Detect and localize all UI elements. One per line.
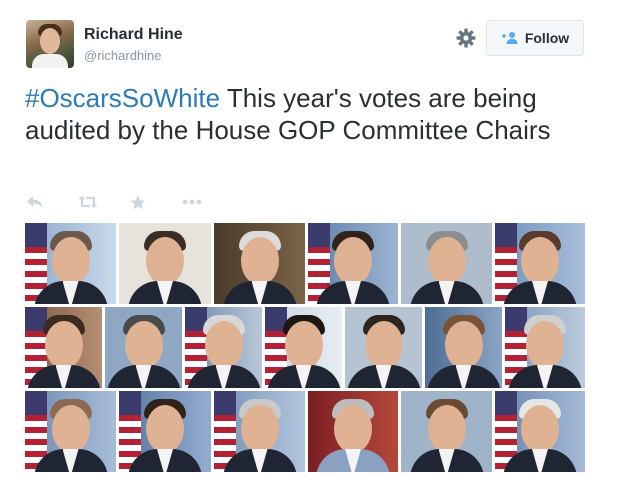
retweet-icon xyxy=(78,195,98,209)
favorite-star-icon xyxy=(130,195,146,209)
portrait-photo[interactable] xyxy=(401,223,492,304)
portrait-photo[interactable] xyxy=(345,307,422,388)
portrait-photo[interactable] xyxy=(401,391,492,472)
follow-user-icon xyxy=(501,32,518,44)
reply-icon xyxy=(27,196,43,208)
portrait-photo[interactable] xyxy=(495,223,585,304)
more-button[interactable] xyxy=(182,193,234,211)
photo-grid[interactable] xyxy=(25,223,585,473)
photo-row xyxy=(25,223,585,304)
retweet-button[interactable] xyxy=(78,193,130,211)
portrait-photo[interactable] xyxy=(308,391,398,472)
follow-button-label: Follow xyxy=(524,30,570,46)
tweet-card: Richard Hine @richardhine Follow #Oscars… xyxy=(0,0,619,490)
portrait-photo[interactable] xyxy=(214,391,305,472)
portrait-photo[interactable] xyxy=(105,307,182,388)
author-handle[interactable]: @richardhine xyxy=(84,48,162,63)
reply-button[interactable] xyxy=(26,193,78,211)
author-avatar[interactable] xyxy=(26,20,74,68)
hashtag-link[interactable]: #OscarsSoWhite xyxy=(25,83,220,113)
gear-icon[interactable] xyxy=(456,28,476,48)
portrait-photo[interactable] xyxy=(214,223,305,304)
portrait-photo[interactable] xyxy=(425,307,502,388)
more-dots-icon xyxy=(182,199,202,205)
portrait-photo[interactable] xyxy=(308,223,398,304)
portrait-photo[interactable] xyxy=(185,307,262,388)
favorite-button[interactable] xyxy=(130,193,182,211)
portrait-photo[interactable] xyxy=(505,307,585,388)
portrait-photo[interactable] xyxy=(25,391,116,472)
portrait-photo[interactable] xyxy=(25,223,116,304)
photo-row xyxy=(25,391,585,472)
photo-row xyxy=(25,307,585,388)
portrait-photo[interactable] xyxy=(265,307,342,388)
author-name[interactable]: Richard Hine xyxy=(84,26,183,44)
follow-button[interactable]: Follow xyxy=(486,20,584,56)
tweet-header: Richard Hine @richardhine Follow xyxy=(26,20,592,70)
portrait-photo[interactable] xyxy=(119,391,211,472)
portrait-photo[interactable] xyxy=(119,223,211,304)
portrait-photo[interactable] xyxy=(25,307,102,388)
tweet-text: #OscarsSoWhite This year's votes are bei… xyxy=(25,82,585,146)
portrait-photo[interactable] xyxy=(495,391,585,472)
tweet-actions xyxy=(26,193,234,213)
